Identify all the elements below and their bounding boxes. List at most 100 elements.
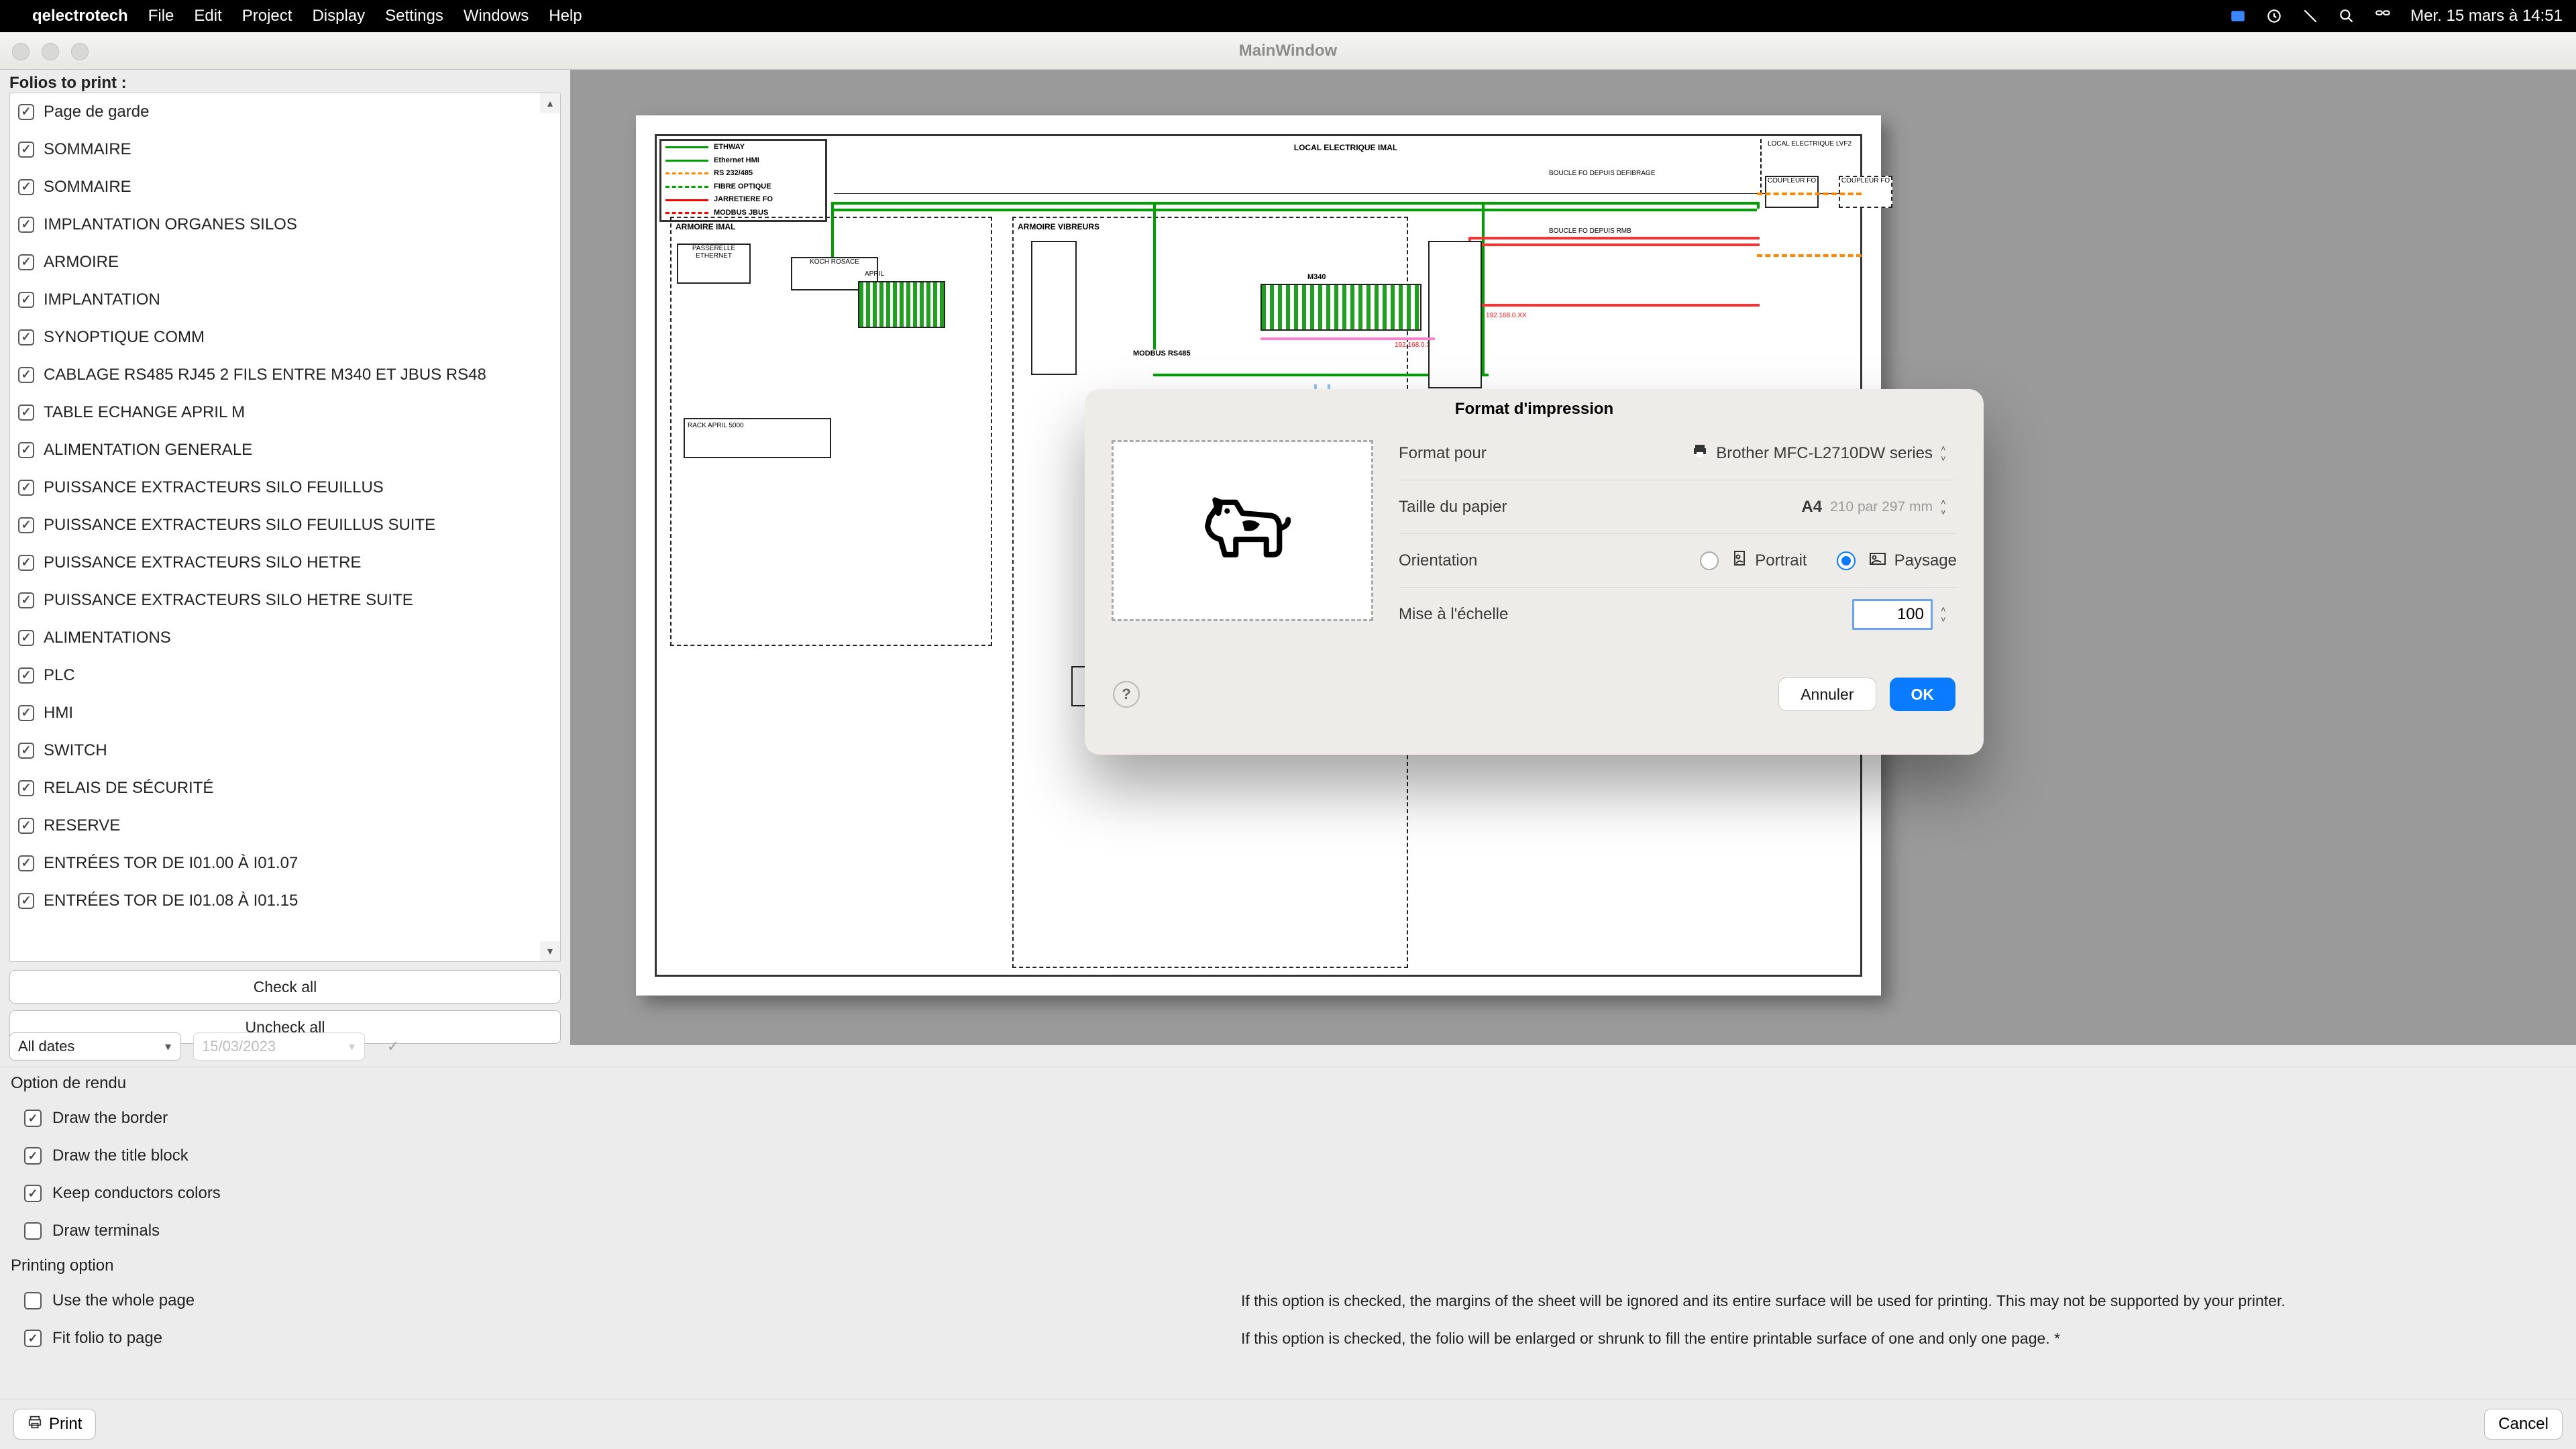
menu-clock[interactable]: Mer. 15 mars à 14:51 (2410, 7, 2563, 25)
window-title: MainWindow (1239, 42, 1337, 60)
folio-label: SOMMAIRE (44, 140, 131, 159)
menu-project[interactable]: Project (242, 7, 292, 25)
folio-item[interactable]: ✓ENTRÉES TOR DE I01.08 À I01.15 (10, 882, 560, 920)
checkbox-icon[interactable]: ✓ (24, 1147, 42, 1165)
checkbox-icon[interactable]: ✓ (18, 818, 34, 834)
printing-option[interactable]: ✓Fit folio to page (0, 1320, 1241, 1357)
checkbox-icon[interactable]: ✓ (18, 254, 34, 270)
folio-label: SWITCH (44, 741, 107, 760)
paper-size-select[interactable]: A4 210 par 297 mm ˄˅ (1801, 498, 1957, 517)
dialog-help-button[interactable]: ? (1113, 681, 1140, 708)
render-option[interactable]: Draw terminals (0, 1212, 2576, 1250)
menu-windows[interactable]: Windows (464, 7, 529, 25)
folio-item[interactable]: ✓ SOMMAIRE (10, 131, 560, 168)
tray-timemachine-icon[interactable] (2265, 7, 2283, 25)
traffic-minimize[interactable] (42, 43, 59, 60)
folio-item[interactable]: ✓PLC (10, 657, 560, 694)
menu-display[interactable]: Display (312, 7, 365, 25)
folio-item[interactable]: ✓ALIMENTATIONS (10, 619, 560, 657)
folio-item[interactable]: ✓HMI (10, 694, 560, 732)
scale-input[interactable] (1852, 599, 1933, 630)
folios-list[interactable]: ▴ ▾ ✓Page de garde✓SOMMAIRE✓SOMMAIRE✓IMP… (9, 93, 561, 962)
m340-module (1260, 284, 1421, 331)
checkbox-icon[interactable]: ✓ (18, 480, 34, 496)
checkbox-icon[interactable]: ✓ (24, 1185, 42, 1202)
menu-settings[interactable]: Settings (385, 7, 443, 25)
folio-item[interactable]: ✓IMPLANTATION ORGANES SILOS (10, 206, 560, 244)
format-for-select[interactable]: Brother MFC-L2710DW series ˄˅ (1692, 443, 1957, 464)
check-all-button[interactable]: Check all (9, 970, 561, 1004)
scroll-up-handle[interactable]: ▴ (540, 93, 560, 113)
date-apply-icon[interactable]: ✓ (377, 1032, 409, 1061)
printer-icon (1692, 443, 1708, 464)
checkbox-icon[interactable]: ✓ (18, 630, 34, 646)
folio-item[interactable]: ✓PUISSANCE EXTRACTEURS SILO FEUILLUS SUI… (10, 506, 560, 544)
checkbox-icon[interactable]: ✓ (18, 705, 34, 721)
traffic-close[interactable] (12, 43, 30, 60)
folio-item[interactable]: ✓PUISSANCE EXTRACTEURS SILO HETRE (10, 544, 560, 582)
checkbox-icon[interactable]: ✓ (18, 179, 34, 195)
checkbox-icon[interactable]: ✓ (18, 329, 34, 345)
folio-item[interactable]: ✓ SWITCH (10, 732, 560, 769)
checkbox-icon[interactable]: ✓ (18, 104, 34, 120)
checkbox-icon[interactable]: ✓ (18, 592, 34, 608)
chevron-updown-icon: ˄˅ (1941, 498, 1957, 517)
folio-item[interactable]: ✓PUISSANCE EXTRACTEURS SILO HETRE SUITE (10, 582, 560, 619)
folio-item[interactable]: ✓TABLE ECHANGE APRIL M (10, 394, 560, 431)
menu-help[interactable]: Help (549, 7, 582, 25)
folio-label: CABLAGE RS485 RJ45 2 FILS ENTRE M340 ET … (44, 366, 486, 384)
printing-option[interactable]: Use the whole page (0, 1282, 1241, 1320)
folio-item[interactable]: ✓PUISSANCE EXTRACTEURS SILO FEUILLUS (10, 469, 560, 506)
render-option[interactable]: ✓Draw the title block (0, 1137, 2576, 1175)
checkbox-icon[interactable]: ✓ (18, 517, 34, 533)
scale-stepper[interactable]: ˄˅ (1941, 605, 1957, 624)
app-name[interactable]: qelectrotech (32, 7, 128, 25)
dialog-ok-button[interactable]: OK (1890, 678, 1956, 711)
tray-spotlight-icon[interactable] (2338, 7, 2355, 25)
checkbox-icon[interactable]: ✓ (18, 893, 34, 909)
cancel-button[interactable]: Cancel (2484, 1409, 2563, 1440)
dialog-cancel-button[interactable]: Annuler (1778, 678, 1876, 711)
render-option[interactable]: ✓Draw the border (0, 1099, 2576, 1137)
menu-edit[interactable]: Edit (194, 7, 221, 25)
checkbox-icon[interactable]: ✓ (18, 292, 34, 308)
tray-stage-manager-icon[interactable] (2229, 7, 2247, 25)
menu-file[interactable]: File (148, 7, 174, 25)
checkbox-icon[interactable]: ✓ (18, 442, 34, 458)
checkbox-icon[interactable]: ✓ (18, 217, 34, 233)
preview-header: LOCAL ELECTRIQUE IMAL (834, 139, 1858, 194)
orientation-landscape-radio[interactable] (1837, 551, 1856, 570)
folio-item[interactable]: ✓Page de garde (10, 93, 560, 131)
render-option[interactable]: ✓Keep conductors colors (0, 1175, 2576, 1212)
checkbox-icon[interactable]: ✓ (24, 1330, 42, 1347)
checkbox-icon[interactable]: ✓ (18, 555, 34, 571)
folio-item[interactable]: ✓SYNOPTIQUE COMM (10, 319, 560, 356)
folio-item[interactable]: ✓ CABLAGE RS485 RJ45 2 FILS ENTRE M340 ET… (10, 356, 560, 394)
checkbox-icon[interactable] (24, 1292, 42, 1309)
folio-item[interactable]: ✓ARMOIRE (10, 244, 560, 281)
date-value-field[interactable]: 15/03/2023 (193, 1032, 365, 1061)
date-filter-select[interactable]: All dates (9, 1032, 181, 1061)
checkbox-icon[interactable]: ✓ (18, 855, 34, 871)
folio-item[interactable]: ✓ ENTRÉES TOR DE I01.00 À I01.07 (10, 845, 560, 882)
checkbox-icon[interactable]: ✓ (18, 142, 34, 158)
tray-control-center-icon[interactable] (2374, 7, 2392, 25)
folio-item[interactable]: ✓ALIMENTATION GENERALE (10, 431, 560, 469)
traffic-zoom[interactable] (71, 43, 89, 60)
checkbox-icon[interactable]: ✓ (18, 780, 34, 796)
scroll-down-handle[interactable]: ▾ (540, 941, 560, 961)
print-button[interactable]: Print (13, 1409, 96, 1440)
checkbox-icon[interactable]: ✓ (18, 367, 34, 383)
checkbox-icon[interactable]: ✓ (18, 667, 34, 684)
tray-bluetooth-off-icon[interactable] (2302, 7, 2319, 25)
checkbox-icon[interactable]: ✓ (18, 743, 34, 759)
orientation-portrait-radio[interactable] (1700, 551, 1719, 570)
folio-item[interactable]: ✓IMPLANTATION (10, 281, 560, 319)
checkbox-icon[interactable] (24, 1222, 42, 1240)
checkbox-icon[interactable]: ✓ (24, 1110, 42, 1127)
folio-item[interactable]: ✓RESERVE (10, 807, 560, 845)
checkbox-icon[interactable]: ✓ (18, 405, 34, 421)
folio-label: ENTRÉES TOR DE I01.00 À I01.07 (44, 854, 298, 873)
folio-item[interactable]: ✓SOMMAIRE (10, 168, 560, 206)
folio-item[interactable]: ✓RELAIS DE SÉCURITÉ (10, 769, 560, 807)
